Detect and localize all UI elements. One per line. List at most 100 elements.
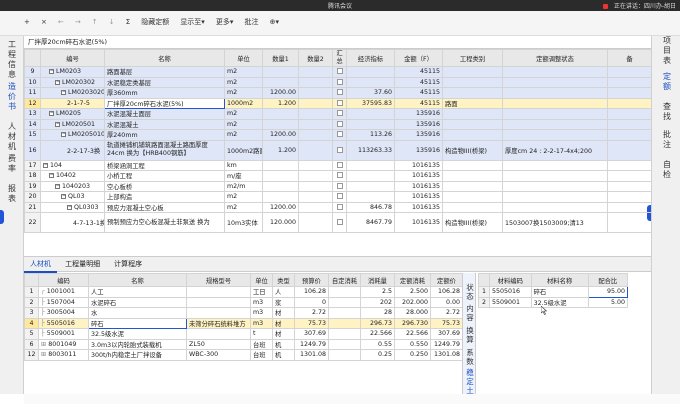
rcj-type[interactable]: 浆 [272,296,295,308]
item-summary[interactable] [332,180,347,192]
rcj-col-spec[interactable]: 规格型号 [186,273,251,287]
rcj-unit[interactable]: 台班 [250,338,273,350]
item-adjust[interactable] [502,97,608,109]
rcj-code[interactable]: ⊞ 8003011 [38,349,89,361]
item-category[interactable] [442,76,503,88]
item-adjust[interactable] [502,201,608,213]
side-tab-status[interactable]: 状态 [464,283,476,301]
item-amount[interactable]: 135916 [394,108,443,120]
rcj-code[interactable]: ├ 5505016 [38,317,89,329]
rcj-row[interactable]: 3 ├ 3005004 水 m3 材 2.72 28 28.000 2.72 [24,307,462,319]
rcj-dprice[interactable]: 1301.08 [430,349,462,361]
rcj-col-unit[interactable]: 单位 [250,273,273,287]
grid-row[interactable]: 17−104 桥梁涵洞工程 km 1016135 [24,159,651,171]
rcj-type[interactable]: 机 [272,338,295,350]
item-adjust[interactable] [502,66,608,78]
ratio-value-input[interactable]: 5.00 [587,296,628,308]
item-remark[interactable] [607,139,651,161]
item-remark[interactable] [607,170,651,182]
col-name[interactable]: 名称 [104,49,225,67]
item-name[interactable]: 水泥混凝土面层 [104,108,225,120]
item-unit[interactable]: m2 [224,76,263,88]
item-remark[interactable] [607,129,651,141]
item-amount[interactable]: 135916 [394,139,443,161]
item-unit[interactable]: m/座 [224,170,263,182]
item-name[interactable]: 厚240mm [104,129,225,141]
item-qty2[interactable] [298,87,333,99]
summary-checkbox[interactable] [336,68,343,75]
item-index[interactable]: 846.78 [346,201,395,213]
item-adjust[interactable]: 1503007换1503009;清13 [502,212,608,233]
item-unit[interactable]: 1000m2 [224,97,263,109]
summary-checkbox[interactable] [336,131,343,138]
rcj-dprice[interactable]: 2.72 [430,307,462,319]
item-name[interactable]: 路面基层 [104,66,225,78]
item-adjust[interactable]: 厚度cm 24 : 2-2-17-4x4;200 [502,139,608,161]
item-name[interactable]: 小桥工程 [104,170,225,182]
item-category[interactable] [442,87,503,99]
item-remark[interactable] [607,118,651,130]
summary-checkbox[interactable] [336,219,343,225]
rcj-unit[interactable]: m3 [250,307,273,319]
rcj-code[interactable]: ├ 1507004 [38,296,89,308]
grid-row[interactable]: 15−LM02050101厚240mmm21200.00113.26135916 [24,129,651,141]
rcj-dqty[interactable]: 28.000 [394,307,431,319]
item-qty2[interactable] [298,201,333,213]
rcj-row[interactable]: 4 ├ 5505016 碎石 未筛分碎石统料堆方 m3 材 75.73 296.73 296.73… [24,317,462,329]
item-summary[interactable] [332,191,347,203]
nav-quota[interactable]: 定额 [661,72,673,92]
item-remark[interactable] [607,97,651,109]
collapse-toggle-icon[interactable]: − [61,194,66,199]
item-name[interactable]: 上部构造 [104,191,225,203]
nav-annotation[interactable]: 批注 [661,130,673,150]
delete-button[interactable]: × [41,18,47,26]
rcj-dqty[interactable]: 0.550 [394,338,431,350]
item-name[interactable]: 轨道摊铺机铺筑路面混凝土路面厚度24cm 换为【HRB400钢筋】 [104,139,225,161]
item-code[interactable]: − LM0203 [40,66,105,78]
ratio-col-ratio[interactable]: 配合比 [587,273,628,287]
nav-self-check[interactable]: 自检 [661,160,673,180]
item-summary[interactable] [332,108,347,120]
item-qty1[interactable]: 1200.00 [262,87,299,99]
item-qty1[interactable] [262,118,299,130]
rcj-col-price[interactable]: 预算价 [294,273,329,287]
item-summary[interactable] [332,201,347,213]
summary-checkbox[interactable] [336,78,343,85]
item-remark[interactable] [607,180,651,192]
collapse-toggle-icon[interactable]: − [43,162,48,168]
summary-checkbox[interactable] [336,161,343,168]
ratio-col-code[interactable]: 材料编码 [488,273,532,287]
rcj-row[interactable]: 2 ├ 1507004 水泥碎石 m3 浆 0 202 202.000 0.00 [24,296,462,308]
item-category[interactable] [442,170,503,182]
rcj-name[interactable]: 300t/h内稳定土厂拌设备 [88,349,187,361]
nav-search[interactable]: 查找 [661,102,673,122]
item-category[interactable] [442,129,503,141]
col-index[interactable]: 经济指标 [346,49,395,67]
item-unit[interactable]: m2 [224,129,263,141]
rcj-dprice[interactable]: 1249.79 [430,338,462,350]
rcj-code[interactable]: ⊞ 8001049 [38,338,89,350]
item-index[interactable] [346,108,395,120]
item-index[interactable]: 37595.83 [346,97,395,109]
summary-checkbox[interactable] [336,193,343,200]
show-to-dropdown[interactable]: 显示至▾ [180,18,205,26]
nav-rates[interactable]: 费率 [6,154,18,174]
rcj-spec[interactable] [186,286,251,298]
item-unit[interactable]: m2 [224,108,263,120]
item-code[interactable]: − QL0303 [40,201,105,213]
summary-checkbox[interactable] [336,203,343,210]
summary-checkbox[interactable] [336,146,343,153]
grid-row[interactable]: 21− QL0303 预应力混凝土空心板 m2 1200.00 846.78 1016135 [24,201,651,213]
tree-branch-icon[interactable]: ⊞ [41,341,46,348]
rcj-col-custom[interactable]: 自定消耗 [328,273,361,287]
item-qty2[interactable] [298,118,333,130]
item-name[interactable]: 厚360mm [104,87,225,99]
item-index[interactable] [346,159,395,171]
grid-row[interactable]: 19−1040203 空心板桥 m2/m 1016135 [24,180,651,192]
item-amount[interactable]: 1016135 [394,191,443,203]
item-category[interactable] [442,159,503,171]
item-qty2[interactable] [298,97,333,109]
item-name[interactable]: 水泥稳定类基层 [104,76,225,88]
item-summary[interactable] [332,118,347,130]
item-adjust[interactable] [502,170,608,182]
